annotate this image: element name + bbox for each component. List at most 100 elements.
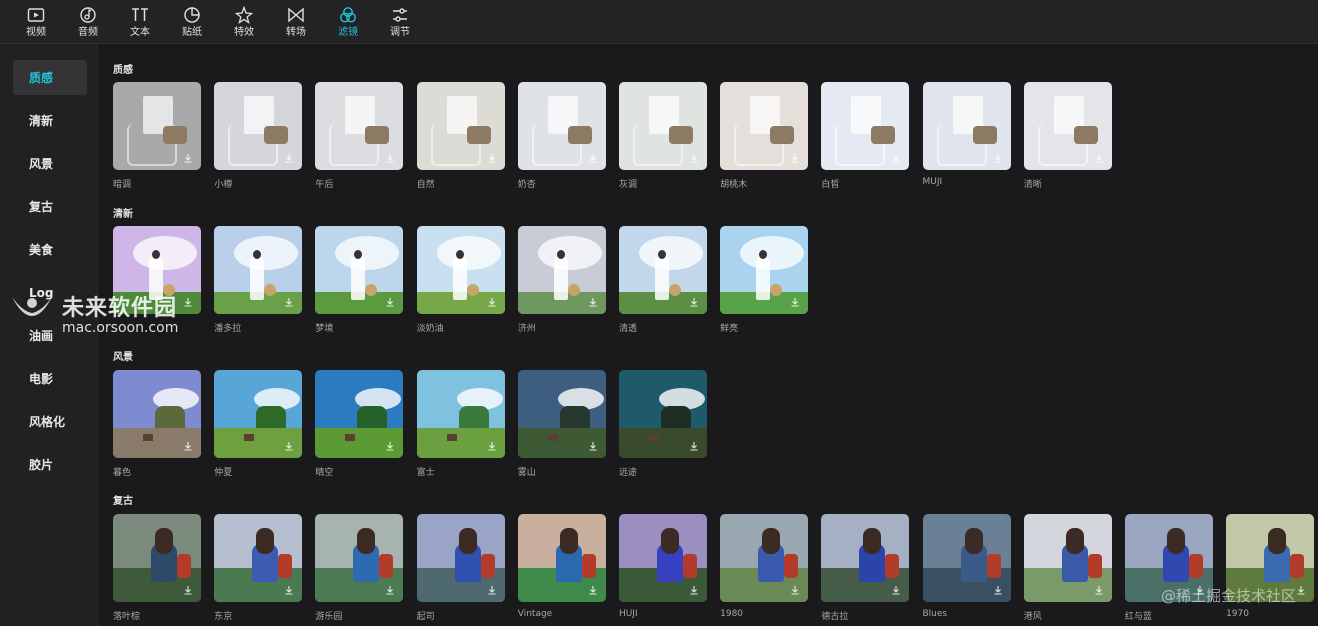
download-icon[interactable]	[1296, 585, 1306, 595]
download-icon[interactable]	[487, 153, 497, 163]
sidebar-item-oil-painting[interactable]: 油画	[13, 318, 87, 353]
filter-card[interactable]: 红与蓝	[1124, 514, 1213, 622]
download-icon[interactable]	[183, 441, 193, 451]
download-icon[interactable]	[790, 153, 800, 163]
filter-thumbnail[interactable]	[720, 514, 809, 602]
filter-card[interactable]: 清透	[618, 226, 707, 334]
filter-thumbnail[interactable]	[416, 226, 505, 314]
filter-card[interactable]: MUJI	[922, 82, 1011, 190]
filter-card[interactable]: 暮色	[113, 370, 201, 478]
filter-card[interactable]: 暗调	[113, 82, 201, 190]
tab-audio[interactable]: 音频	[62, 0, 114, 44]
download-icon[interactable]	[689, 297, 699, 307]
tab-video[interactable]: 视频	[10, 0, 62, 44]
filter-thumbnail[interactable]	[315, 226, 404, 314]
filter-card[interactable]: Vintage	[517, 514, 606, 622]
filter-thumbnail[interactable]	[1226, 514, 1315, 602]
download-icon[interactable]	[284, 585, 294, 595]
download-icon[interactable]	[689, 585, 699, 595]
tab-filter[interactable]: 滤镜	[322, 0, 374, 44]
filter-card[interactable]: 潘多拉	[214, 226, 303, 334]
filter-card[interactable]: 落叶棕	[113, 514, 201, 622]
filter-card[interactable]: 港风	[1023, 514, 1112, 622]
filter-thumbnail[interactable]	[214, 370, 303, 458]
sidebar-item-retro[interactable]: 复古	[13, 189, 87, 224]
download-icon[interactable]	[588, 297, 598, 307]
tab-sticker[interactable]: 贴纸	[166, 0, 218, 44]
download-icon[interactable]	[790, 297, 800, 307]
filter-thumbnail[interactable]	[315, 370, 404, 458]
download-icon[interactable]	[1094, 585, 1104, 595]
filter-thumbnail[interactable]	[416, 514, 505, 602]
download-icon[interactable]	[487, 585, 497, 595]
sidebar-item-stylized[interactable]: 风格化	[13, 404, 87, 439]
filter-card[interactable]: 雾山	[517, 370, 606, 478]
filter-thumbnail[interactable]	[113, 226, 201, 314]
download-icon[interactable]	[588, 585, 598, 595]
download-icon[interactable]	[993, 153, 1003, 163]
download-icon[interactable]	[385, 441, 395, 451]
download-icon[interactable]	[487, 441, 497, 451]
download-icon[interactable]	[183, 297, 193, 307]
filter-card[interactable]: 灰调	[618, 82, 707, 190]
filter-card[interactable]: 午后	[315, 82, 404, 190]
filter-card[interactable]: 富士	[416, 370, 505, 478]
sidebar-item-film[interactable]: 胶片	[13, 447, 87, 482]
sidebar-item-movie[interactable]: 电影	[13, 361, 87, 396]
download-icon[interactable]	[183, 153, 193, 163]
filter-thumbnail[interactable]	[315, 514, 404, 602]
filter-card[interactable]: 起司	[416, 514, 505, 622]
filter-thumbnail[interactable]	[821, 82, 910, 170]
filter-card[interactable]: Blues	[922, 514, 1011, 622]
tab-adjust[interactable]: 调节	[374, 0, 426, 44]
download-icon[interactable]	[790, 585, 800, 595]
filter-thumbnail[interactable]	[214, 82, 303, 170]
filter-card[interactable]	[113, 226, 201, 334]
download-icon[interactable]	[689, 441, 699, 451]
filter-card[interactable]: 奶杏	[517, 82, 606, 190]
filter-card[interactable]: 晴空	[315, 370, 404, 478]
sidebar-item-food[interactable]: 美食	[13, 232, 87, 267]
tab-transition[interactable]: 转场	[270, 0, 322, 44]
filter-thumbnail[interactable]	[315, 82, 404, 170]
filter-card[interactable]: 淡奶油	[416, 226, 505, 334]
filter-card[interactable]: 1980	[720, 514, 809, 622]
download-icon[interactable]	[588, 441, 598, 451]
filter-thumbnail[interactable]	[821, 514, 910, 602]
filter-card[interactable]: 仲夏	[214, 370, 303, 478]
download-icon[interactable]	[1195, 585, 1205, 595]
filter-card[interactable]: 1970	[1226, 514, 1315, 622]
filter-thumbnail[interactable]	[1023, 514, 1112, 602]
filter-card[interactable]: 游乐园	[315, 514, 404, 622]
filter-card[interactable]: 远途	[618, 370, 707, 478]
filter-card[interactable]: 清晰	[1023, 82, 1112, 190]
filter-thumbnail[interactable]	[618, 370, 707, 458]
download-icon[interactable]	[487, 297, 497, 307]
filter-card[interactable]: 胡桃木	[720, 82, 809, 190]
filter-thumbnail[interactable]	[720, 226, 809, 314]
filter-thumbnail[interactable]	[517, 514, 606, 602]
tab-effects[interactable]: 特效	[218, 0, 270, 44]
download-icon[interactable]	[588, 153, 598, 163]
download-icon[interactable]	[284, 441, 294, 451]
filter-thumbnail[interactable]	[113, 82, 201, 170]
filter-card[interactable]: 梦境	[315, 226, 404, 334]
filter-thumbnail[interactable]	[113, 370, 201, 458]
filter-thumbnail[interactable]	[618, 226, 707, 314]
filter-thumbnail[interactable]	[1124, 514, 1213, 602]
download-icon[interactable]	[284, 297, 294, 307]
sidebar-item-landscape[interactable]: 风景	[13, 146, 87, 181]
filter-thumbnail[interactable]	[214, 226, 303, 314]
download-icon[interactable]	[183, 585, 193, 595]
download-icon[interactable]	[993, 585, 1003, 595]
filter-thumbnail[interactable]	[618, 514, 707, 602]
download-icon[interactable]	[385, 153, 395, 163]
filter-thumbnail[interactable]	[416, 370, 505, 458]
sidebar-item-fresh[interactable]: 清新	[13, 103, 87, 138]
filter-card[interactable]: 自然	[416, 82, 505, 190]
filter-thumbnail[interactable]	[517, 370, 606, 458]
tab-text[interactable]: 文本	[114, 0, 166, 44]
filter-thumbnail[interactable]	[113, 514, 201, 602]
sidebar-item-texture[interactable]: 质感	[13, 60, 87, 95]
download-icon[interactable]	[891, 153, 901, 163]
